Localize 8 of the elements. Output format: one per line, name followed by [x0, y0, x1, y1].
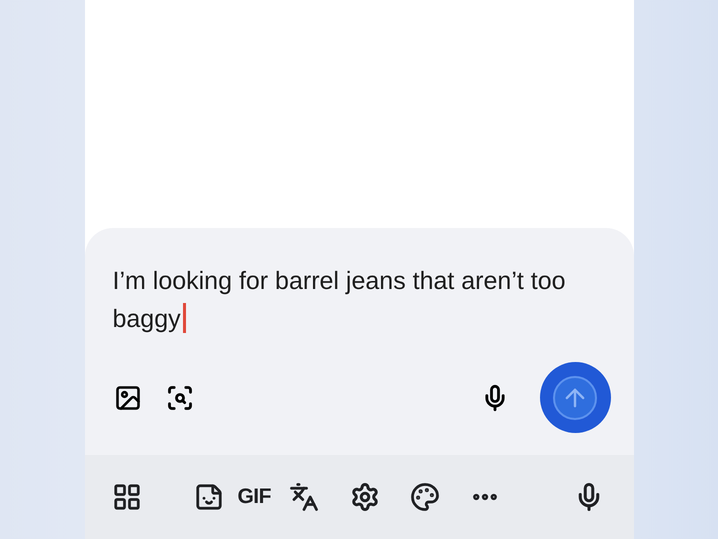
gif-button[interactable]: GIF: [238, 481, 271, 513]
settings-icon[interactable]: [350, 482, 380, 512]
text-cursor: [182, 303, 186, 333]
sticker-icon[interactable]: [194, 482, 224, 512]
palette-icon[interactable]: [410, 482, 440, 512]
translate-icon[interactable]: [288, 482, 319, 512]
message-field[interactable]: I’m looking for barrel jeans that aren’t too baggy: [112, 262, 588, 338]
grid-icon[interactable]: [112, 482, 142, 512]
